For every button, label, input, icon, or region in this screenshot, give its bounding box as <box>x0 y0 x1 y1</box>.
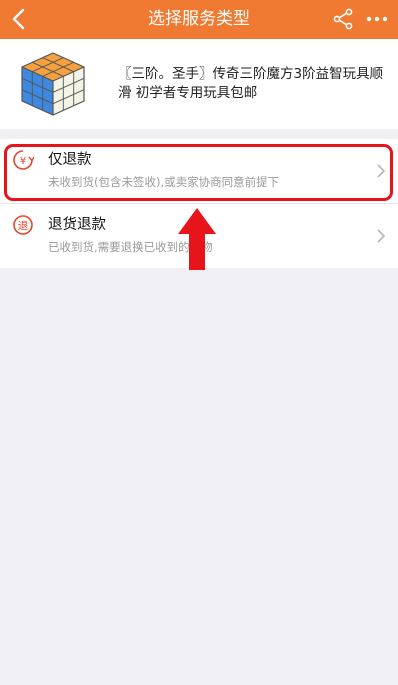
return-goods-icon: 退 <box>13 215 33 235</box>
yuan-refund-icon: ¥ <box>13 150 34 170</box>
more-icon[interactable] <box>365 7 389 31</box>
option-title: 退货退款 <box>48 217 106 233</box>
product-card: 〖三阶。圣手〗传奇三阶魔方3阶益智玩具顺滑 初学者专用玩具包邮 <box>0 39 398 129</box>
chevron-right-icon <box>377 229 386 243</box>
svg-text:¥: ¥ <box>20 156 26 167</box>
share-icon[interactable] <box>331 7 355 31</box>
chevron-right-icon <box>377 164 386 178</box>
option-refund-only[interactable]: ¥ 仅退款 未收到货(包含未签收),或卖家协商同意前提下 <box>0 139 398 204</box>
top-bar: 选择服务类型 <box>0 0 398 39</box>
option-title: 仅退款 <box>48 152 92 168</box>
product-title: 〖三阶。圣手〗传奇三阶魔方3阶益智玩具顺滑 初学者专用玩具包邮 <box>118 66 384 101</box>
svg-text:退: 退 <box>18 220 29 232</box>
product-thumbnail <box>21 52 85 116</box>
red-up-arrow-icon <box>178 208 216 270</box>
option-description: 未收到货(包含未签收),或卖家协商同意前提下 <box>48 175 280 189</box>
